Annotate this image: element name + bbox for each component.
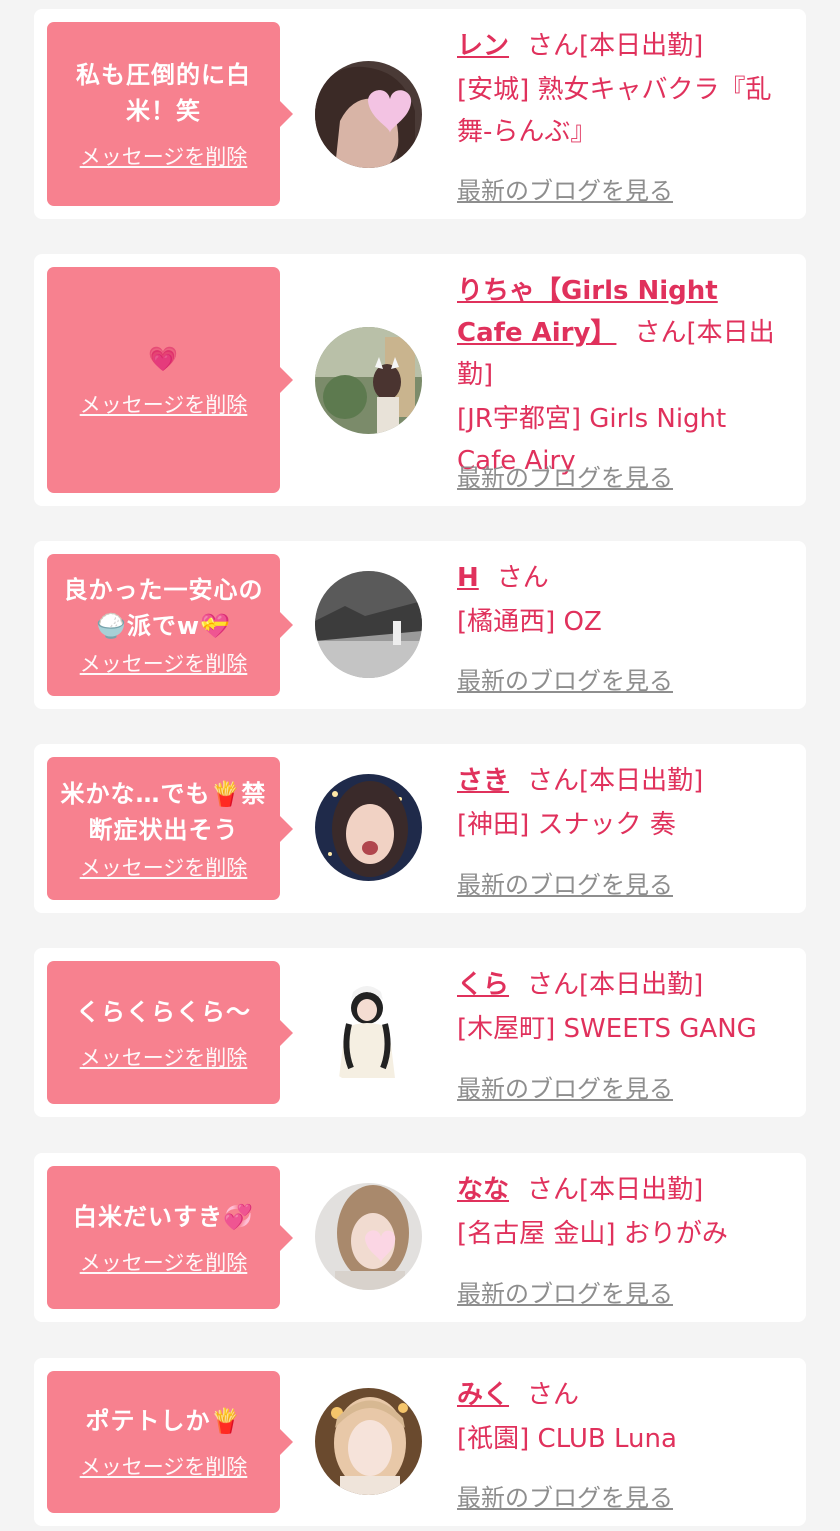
status-badge: [本日出勤] [579, 970, 704, 1000]
delete-message-link[interactable]: メッセージを削除 [80, 852, 248, 882]
delete-message-link[interactable]: メッセージを削除 [80, 1042, 248, 1072]
shop-name: [橘通西] OZ [457, 607, 602, 637]
message-bubble: ポテトしか🍟 メッセージを削除 [47, 1371, 293, 1513]
message-text: 白米だいすき💞 [73, 1202, 254, 1231]
girl-name-link[interactable]: みく [457, 1380, 509, 1410]
girl-name-link[interactable]: レン [457, 31, 509, 61]
shop-name: [神田] スナック 奏 [457, 810, 676, 840]
girl-info: なな さん[本日出勤] [名古屋 金山] おりがみ [457, 1169, 792, 1255]
status-badge: [本日出勤] [579, 766, 704, 796]
honorific: さん [496, 563, 549, 593]
message-list: 私も圧倒的に白米！笑 メッセージを削除 レン さん[本日出勤] [安城] 熟女キャ… [0, 0, 840, 1531]
avatar[interactable] [315, 1388, 422, 1495]
message-text: 良かった一安心の🍚派でw💝 [63, 576, 264, 640]
name-line: H さん [457, 557, 792, 599]
message-bubble: くらくらくら〜 メッセージを削除 [47, 961, 293, 1104]
shop-name: [安城] 熟女キャバクラ『乱舞-らんぶ』 [457, 75, 772, 147]
latest-blog-link[interactable]: 最新のブログを見る [457, 661, 673, 696]
girl-info: みく さん [祇園] CLUB Luna [457, 1374, 792, 1460]
list-item: 💗 メッセージを削除 りちゃ【Girls Night Cafe Airy】 さん[… [34, 254, 806, 506]
delete-message-link[interactable]: メッセージを削除 [80, 141, 248, 171]
name-line: みく さん [457, 1374, 792, 1416]
message-bubble: 良かった一安心の🍚派でw💝 メッセージを削除 [47, 554, 293, 696]
name-line: なな さん[本日出勤] [457, 1169, 792, 1211]
status-badge: [本日出勤] [579, 31, 704, 61]
message-text: 私も圧倒的に白米！笑 [76, 61, 251, 125]
shop-name: [名古屋 金山] おりがみ [457, 1219, 728, 1249]
honorific: さん [634, 318, 687, 348]
shop-name: [祇園] CLUB Luna [457, 1424, 677, 1454]
delete-message-link[interactable]: メッセージを削除 [80, 648, 248, 678]
list-item: くらくらくら〜 メッセージを削除 くら さん[本日出勤] [木屋町] SWEETS… [34, 948, 806, 1117]
shop-name: [木屋町] SWEETS GANG [457, 1014, 757, 1044]
message-text: 💗 [148, 345, 179, 373]
girl-info: くら さん[本日出勤] [木屋町] SWEETS GANG [457, 964, 792, 1050]
message-bubble: 私も圧倒的に白米！笑 メッセージを削除 [47, 22, 293, 206]
latest-blog-link[interactable]: 最新のブログを見る [457, 171, 673, 206]
girl-name-link[interactable]: さき [457, 766, 509, 796]
latest-blog-link[interactable]: 最新のブログを見る [457, 1274, 673, 1309]
list-item: ポテトしか🍟 メッセージを削除 みく さん [祇園] CLUB Luna 最新のブ… [34, 1358, 806, 1526]
name-line: りちゃ【Girls Night Cafe Airy】 さん[本日出勤] [457, 270, 792, 396]
message-text: 米かな…でも🍟禁断症状出そう [60, 779, 267, 844]
list-item: 白米だいすき💞 メッセージを削除 なな さん[本日出勤] [名古屋 金山] おりが… [34, 1153, 806, 1322]
delete-message-link[interactable]: メッセージを削除 [80, 1451, 248, 1481]
girl-info: レン さん[本日出勤] [安城] 熟女キャバクラ『乱舞-らんぶ』 [457, 25, 792, 153]
avatar[interactable] [315, 61, 422, 168]
girl-name-link[interactable]: なな [457, 1175, 509, 1205]
message-bubble: 💗 メッセージを削除 [47, 267, 293, 493]
latest-blog-link[interactable]: 最新のブログを見る [457, 1478, 673, 1513]
honorific: さん [527, 970, 580, 1000]
avatar[interactable] [315, 327, 422, 434]
delete-message-link[interactable]: メッセージを削除 [80, 389, 248, 419]
avatar[interactable] [315, 571, 422, 678]
honorific: さん [527, 1380, 580, 1410]
list-item: 米かな…でも🍟禁断症状出そう メッセージを削除 さき さん[本日出勤] [神田] … [34, 744, 806, 913]
girl-info: さき さん[本日出勤] [神田] スナック 奏 [457, 760, 792, 846]
girl-info: H さん [橘通西] OZ [457, 557, 792, 643]
message-bubble: 米かな…でも🍟禁断症状出そう メッセージを削除 [47, 757, 293, 900]
list-item: 良かった一安心の🍚派でw💝 メッセージを削除 H さん [橘通西] OZ 最新のブ… [34, 541, 806, 709]
girl-name-link[interactable]: H [457, 563, 479, 593]
avatar[interactable] [315, 774, 422, 881]
latest-blog-link[interactable]: 最新のブログを見る [457, 1069, 673, 1104]
girl-info: りちゃ【Girls Night Cafe Airy】 さん[本日出勤] [JR宇都… [457, 270, 792, 482]
honorific: さん [527, 31, 580, 61]
avatar[interactable] [315, 1183, 422, 1290]
message-text: ポテトしか🍟 [85, 1407, 242, 1435]
latest-blog-link[interactable]: 最新のブログを見る [457, 458, 673, 493]
avatar[interactable] [315, 978, 422, 1085]
honorific: さん [527, 1175, 580, 1205]
latest-blog-link[interactable]: 最新のブログを見る [457, 865, 673, 900]
list-item: 私も圧倒的に白米！笑 メッセージを削除 レン さん[本日出勤] [安城] 熟女キャ… [34, 9, 806, 219]
name-line: さき さん[本日出勤] [457, 760, 792, 802]
honorific: さん [527, 766, 580, 796]
name-line: くら さん[本日出勤] [457, 964, 792, 1006]
girl-name-link[interactable]: くら [457, 970, 509, 1000]
message-text: くらくらくら〜 [76, 997, 251, 1026]
delete-message-link[interactable]: メッセージを削除 [80, 1247, 248, 1277]
message-bubble: 白米だいすき💞 メッセージを削除 [47, 1166, 293, 1309]
status-badge: [本日出勤] [579, 1175, 704, 1205]
name-line: レン さん[本日出勤] [457, 25, 792, 67]
